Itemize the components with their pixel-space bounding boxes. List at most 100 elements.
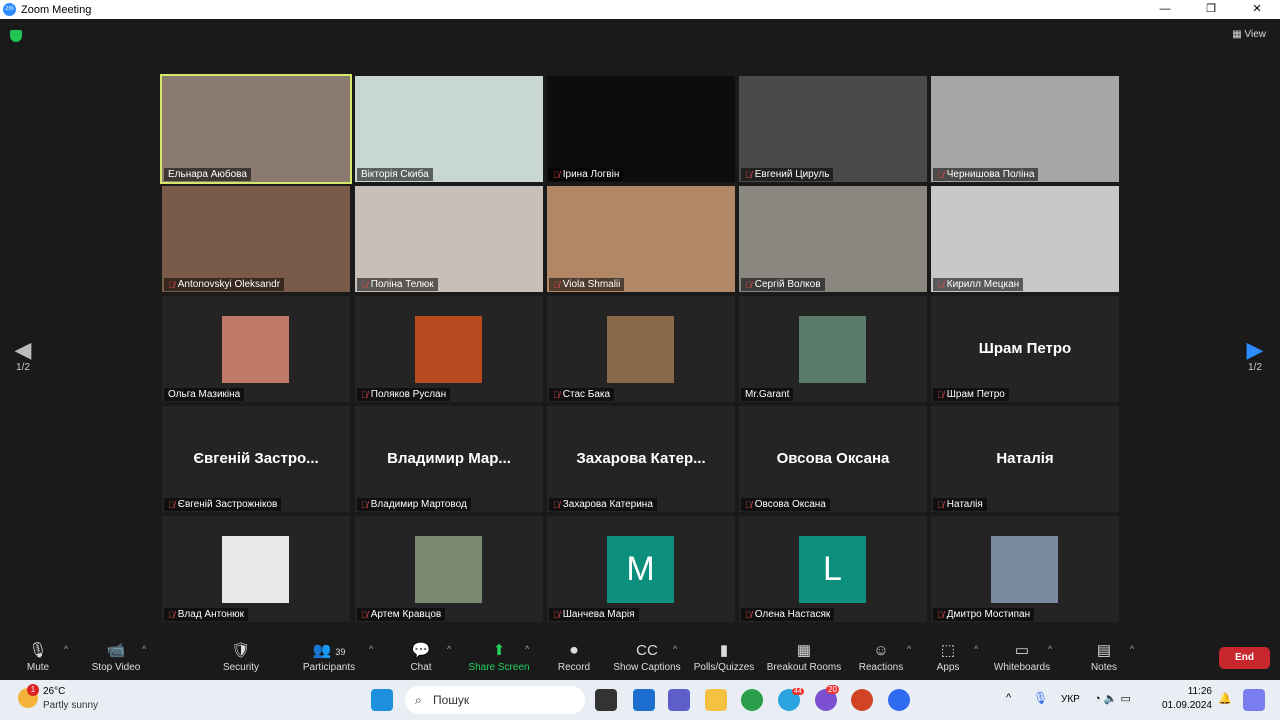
network-volume-battery-icon[interactable]: ◔ 🔈 ▭: [1094, 692, 1131, 705]
clock-date[interactable]: 01.09.2024: [1160, 700, 1212, 711]
toolbar-button-mute[interactable]: 🎙 Mute: [27, 640, 49, 673]
participant-tile[interactable]: 🎙̸ Поліна Телюк: [355, 186, 543, 292]
maximize-button[interactable]: ❐: [1188, 0, 1234, 19]
participant-tile[interactable]: 🎙̸ Артем Кравцов: [355, 516, 543, 622]
mic-muted-icon: 🎙̸: [553, 499, 560, 510]
participant-tile[interactable]: 🎙̸ Viola Shmalii: [547, 186, 735, 292]
toolbar-button-share-screen[interactable]: ⬆ Share Screen: [468, 640, 529, 673]
participant-tile[interactable]: 🎙̸ Кирилл Мецкан: [931, 186, 1119, 292]
view-button[interactable]: ▦ View: [1232, 29, 1266, 40]
participant-tile[interactable]: Mr.Garant: [739, 296, 927, 402]
zoom-taskbar-icon[interactable]: [888, 689, 910, 711]
store-icon[interactable]: [633, 689, 655, 711]
participant-name-label: 🎙̸ Поляков Руслан: [357, 388, 451, 401]
participant-tile[interactable]: 🎙̸ Чернишова Поліна: [931, 76, 1119, 182]
toolbar-label: Chat: [410, 662, 432, 673]
encryption-shield-icon[interactable]: [10, 30, 22, 42]
participant-name: Mr.Garant: [745, 389, 790, 400]
toolbar-button-security[interactable]: 🛡 Security: [223, 640, 259, 673]
participant-name: Ольга Мазикіна: [168, 389, 241, 400]
grid-icon: ▦: [1232, 29, 1245, 40]
participant-tile[interactable]: Ольга Мазикіна: [162, 296, 350, 402]
copilot-icon[interactable]: [1243, 689, 1265, 711]
participant-name: Захарова Катерина: [562, 499, 653, 510]
microphone-icon[interactable]: 🎙: [1033, 691, 1048, 705]
toolbar-button-apps[interactable]: ⬚ Apps: [937, 640, 960, 673]
participant-display-name: Шрам Петро: [978, 340, 1072, 357]
participant-tile[interactable]: Наталія 🎙̸ Наталія: [931, 406, 1119, 512]
language-indicator[interactable]: УКР: [1061, 694, 1080, 705]
participant-tile[interactable]: Ельнара Аюбова: [160, 74, 352, 184]
options-caret-icon[interactable]: ^: [907, 644, 911, 654]
close-button[interactable]: ✕: [1234, 0, 1280, 19]
notification-bell-icon[interactable]: 🔔: [1218, 692, 1232, 705]
participant-tile[interactable]: Владимир Мар... 🎙̸ Владимир Мартовод: [355, 406, 543, 512]
participant-video: [355, 186, 543, 292]
tray-overflow-icon[interactable]: ^: [1006, 692, 1011, 704]
toolbar-button-show-captions[interactable]: CC Show Captions: [613, 640, 680, 673]
taskbar-search[interactable]: ⌕ Пошук: [405, 686, 585, 714]
toolbar-button-stop-video[interactable]: 📹 Stop Video: [92, 640, 141, 673]
toolbar-button-breakout-rooms[interactable]: ▦ Breakout Rooms: [767, 640, 841, 673]
whiteboards-icon: ▭: [1014, 642, 1030, 659]
participant-tile[interactable]: 🎙̸ Дмитро Мостипан: [931, 516, 1119, 622]
reactions-icon: ☺: [873, 642, 889, 659]
participant-tile[interactable]: 🎙̸ Поляков Руслан: [355, 296, 543, 402]
participant-tile[interactable]: 🎙̸ Влад Антонюк: [162, 516, 350, 622]
options-caret-icon[interactable]: ^: [1048, 644, 1052, 654]
participant-tile[interactable]: 🎙̸ Евгений Цируль: [739, 76, 927, 182]
chrome-icon[interactable]: [741, 689, 763, 711]
participant-tile[interactable]: Захарова Катер... 🎙̸ Захарова Катерина: [547, 406, 735, 512]
options-caret-icon[interactable]: ^: [1130, 644, 1134, 654]
security-icon: 🛡: [231, 642, 251, 659]
toolbar-button-chat[interactable]: 💬 Chat: [410, 640, 431, 673]
weather-temp[interactable]: 26°C: [43, 686, 65, 697]
options-caret-icon[interactable]: ^: [974, 644, 978, 654]
clock-time[interactable]: 11:26: [1170, 686, 1212, 697]
options-caret-icon[interactable]: ^: [142, 644, 146, 654]
toolbar-button-participants[interactable]: 👥 39 Participants: [303, 640, 355, 673]
mic-muted-icon: 🎙̸: [361, 499, 368, 510]
end-meeting-button[interactable]: End: [1219, 647, 1270, 669]
start-button-icon[interactable]: [371, 689, 393, 711]
window-title: Zoom Meeting: [21, 3, 92, 16]
weather-desc[interactable]: Partly sunny: [43, 700, 98, 711]
toolbar-button-record[interactable]: ⏺ Record: [558, 640, 590, 673]
participant-tile[interactable]: Шрам Петро 🎙̸ Шрам Петро: [931, 296, 1119, 402]
options-caret-icon[interactable]: ^: [525, 644, 529, 654]
participant-name: Шанчева Марія: [562, 609, 635, 620]
toolbar-button-notes[interactable]: ▤ Notes: [1091, 640, 1117, 673]
next-page-button[interactable]: ▶ 1/2: [1245, 338, 1265, 374]
participant-video: [931, 76, 1119, 182]
chat-icon: 💬: [411, 642, 431, 659]
options-caret-icon[interactable]: ^: [369, 644, 373, 654]
participant-name-label: Ельнара Аюбова: [164, 168, 251, 181]
participant-tile[interactable]: 🎙̸ Стас Бака: [547, 296, 735, 402]
toolbar-icon: 🎙: [27, 640, 49, 662]
participant-tile[interactable]: 🎙̸ Ірина Логвін: [547, 76, 735, 182]
participant-tile[interactable]: 🎙̸ Antonovskyi Oleksandr: [162, 186, 350, 292]
participant-tile[interactable]: Євгеній Застро... 🎙̸ Євгеній Застрожніков: [162, 406, 350, 512]
options-caret-icon[interactable]: ^: [447, 644, 451, 654]
toolbar-button-reactions[interactable]: ☺ Reactions: [859, 640, 903, 673]
toolbar-button-whiteboards[interactable]: ▭ Whiteboards: [994, 640, 1050, 673]
minimize-button[interactable]: —: [1142, 0, 1188, 19]
participant-tile[interactable]: M 🎙̸ Шанчева Марія: [547, 516, 735, 622]
options-caret-icon[interactable]: ^: [673, 644, 677, 654]
participant-tile[interactable]: Вікторія Скиба: [355, 76, 543, 182]
task-view-icon[interactable]: [595, 689, 617, 711]
file-explorer-icon[interactable]: [705, 689, 727, 711]
options-caret-icon[interactable]: ^: [64, 644, 68, 654]
participant-tile[interactable]: 🎙̸ Сергій Волков: [739, 186, 927, 292]
participant-tile[interactable]: L 🎙̸ Олена Настасяк: [739, 516, 927, 622]
zoom-logo-icon: zm: [3, 3, 16, 16]
participant-name-label: 🎙̸ Шрам Петро: [933, 388, 1009, 401]
toolbar-button-polls-quizzes[interactable]: ▮ Polls/Quizzes: [694, 640, 755, 673]
prev-page-button[interactable]: ◀ 1/2: [13, 338, 33, 374]
powerpoint-icon[interactable]: [851, 689, 873, 711]
toolbar-icon: ▦: [767, 640, 841, 662]
participant-tile[interactable]: Овсова Оксана 🎙̸ Овсова Оксана: [739, 406, 927, 512]
teams-icon[interactable]: [668, 689, 690, 711]
participant-avatar-letter: M: [607, 536, 674, 603]
mic-muted-icon: 🎙̸: [553, 169, 560, 180]
